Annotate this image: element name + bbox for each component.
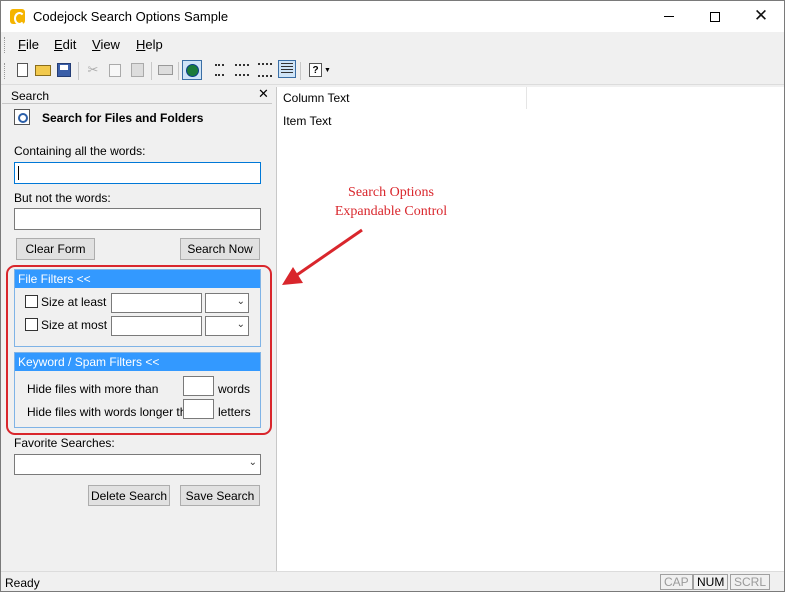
annotation-arrow xyxy=(282,228,363,285)
app-window: Codejock Search Options Sample ✕ File Ed… xyxy=(0,0,785,592)
status-bar: Ready CAP NUM SCRL xyxy=(1,571,784,591)
caps-lock-indicator: CAP xyxy=(660,574,693,590)
status-text: Ready xyxy=(5,576,40,590)
num-lock-indicator: NUM xyxy=(693,574,729,590)
scroll-lock-indicator: SCRL xyxy=(730,574,771,590)
